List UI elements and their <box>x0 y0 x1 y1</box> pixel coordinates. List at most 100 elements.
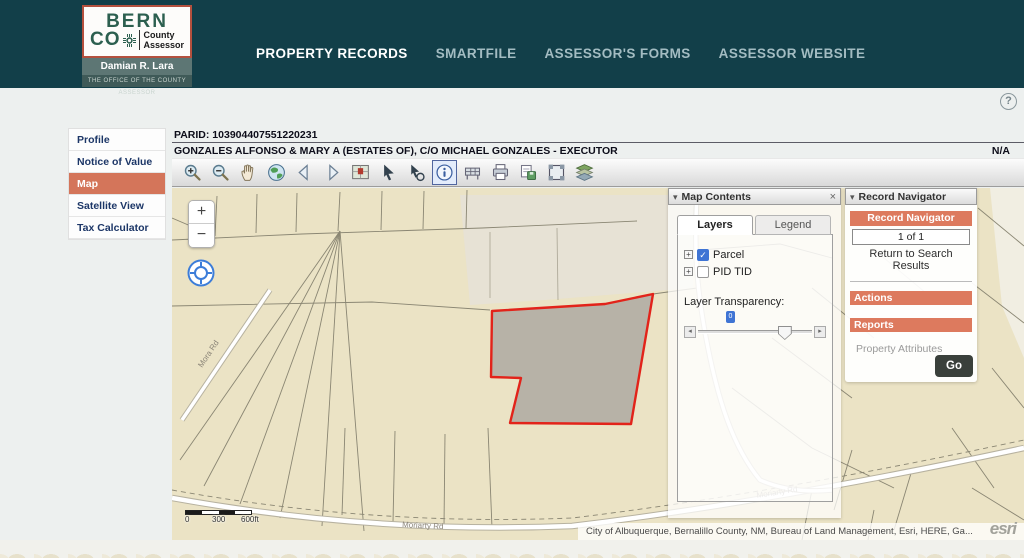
attribute-table-icon <box>462 162 483 183</box>
pid-tid-checkbox[interactable] <box>697 266 709 278</box>
nav-assessor-website[interactable]: ASSESSOR WEBSITE <box>719 46 866 61</box>
map-zoom-in-button[interactable]: + <box>189 201 214 224</box>
select-arrow-icon <box>378 162 399 183</box>
sidebar-item-profile[interactable]: Profile <box>69 129 165 151</box>
scale-bar: 0 300 600ft <box>185 510 295 525</box>
map-toolbar <box>172 158 1024 187</box>
zoom-out-icon <box>210 162 231 183</box>
logo-text-co: CO <box>90 31 121 49</box>
main-nav: PROPERTY RECORDS SMARTFILE ASSESSOR'S FO… <box>256 46 865 61</box>
nav-property-records[interactable]: PROPERTY RECORDS <box>256 46 408 61</box>
full-screen-button[interactable] <box>544 160 569 185</box>
layers-button[interactable] <box>572 160 597 185</box>
overview-map-icon <box>350 162 371 183</box>
previous-extent-button[interactable] <box>292 160 317 185</box>
reports-section-bar[interactable]: Reports <box>850 318 972 332</box>
transparency-value-badge: 0 <box>726 311 735 323</box>
site-header: BERN CO CountyAssessor Damian <box>0 0 1024 88</box>
sidebar-item-satellite-view[interactable]: Satellite View <box>69 195 165 217</box>
record-navigator-body: Record Navigator 1 of 1 Return to Search… <box>845 205 977 382</box>
clear-selection-button[interactable] <box>404 160 429 185</box>
divider <box>850 281 972 282</box>
record-header: PARID: 103904407551220231 GONZALES ALFON… <box>172 128 1024 160</box>
map-zoom-out-button[interactable]: − <box>189 224 214 247</box>
globe-icon <box>266 162 287 183</box>
slider-right-button[interactable]: ▸ <box>814 326 826 338</box>
bernco-logo[interactable]: BERN CO CountyAssessor Damian <box>82 5 192 87</box>
layers-tab-content: + ✓ Parcel + PID TID Layer Transparency:… <box>677 234 833 502</box>
actions-section-bar[interactable]: Actions <box>850 291 972 305</box>
record-navigator-panel-title: Record Navigator <box>859 191 972 203</box>
owner-right-value: N/A <box>992 145 1024 157</box>
light-land-polygon <box>460 195 700 305</box>
zoom-out-button[interactable] <box>208 160 233 185</box>
print-button[interactable] <box>488 160 513 185</box>
nav-assessors-forms[interactable]: ASSESSOR'S FORMS <box>545 46 691 61</box>
sidebar-item-tax-calculator[interactable]: Tax Calculator <box>69 217 165 239</box>
scale-tick-600: 600ft <box>241 515 259 524</box>
map-contents-header[interactable]: ▾ Map Contents × <box>668 188 841 205</box>
select-button[interactable] <box>376 160 401 185</box>
footer-decorative-pattern <box>0 540 1024 558</box>
locate-compass-button[interactable] <box>186 258 216 288</box>
layer-row-pid-tid: + PID TID <box>684 263 826 280</box>
property-attributes-link[interactable]: Property Attributes <box>856 343 972 355</box>
collapse-arrow-icon[interactable]: ▾ <box>673 192 678 202</box>
map-contents-tabs: Layers Legend <box>677 215 841 235</box>
attribute-table-button[interactable] <box>460 160 485 185</box>
tab-layers[interactable]: Layers <box>677 215 753 235</box>
layer-label-parcel: Parcel <box>713 249 744 261</box>
pan-hand-icon <box>238 162 259 183</box>
assessor-name: Damian R. Lara <box>82 58 192 75</box>
owner-name: GONZALES ALFONSO & MARY A (ESTATES OF), … <box>174 145 618 157</box>
full-extent-button[interactable] <box>264 160 289 185</box>
map-contents-title: Map Contents <box>682 191 826 203</box>
layer-label-pid-tid: PID TID <box>713 266 752 278</box>
map-attribution: City of Albuquerque, Bernalillo County, … <box>578 523 1024 540</box>
export-icon <box>518 162 539 183</box>
parid-line: PARID: 103904407551220231 <box>172 128 1024 143</box>
layer-row-parcel: + ✓ Parcel <box>684 246 826 263</box>
next-arrow-icon <box>322 162 343 183</box>
logo-box: BERN CO CountyAssessor <box>82 5 192 58</box>
next-extent-button[interactable] <box>320 160 345 185</box>
close-icon[interactable]: × <box>830 192 836 202</box>
selected-parcel[interactable] <box>491 294 653 424</box>
esri-logo: esri <box>990 519 1016 539</box>
help-icon[interactable]: ? <box>1000 93 1017 110</box>
return-to-search-link[interactable]: Return to Search Results <box>850 248 972 272</box>
sidebar: Profile Notice of Value Map Satellite Vi… <box>68 128 166 240</box>
go-button[interactable]: Go <box>935 355 973 377</box>
identify-button[interactable] <box>432 160 457 185</box>
record-count: 1 of 1 <box>852 229 970 245</box>
sidebar-item-notice-of-value[interactable]: Notice of Value <box>69 151 165 173</box>
previous-arrow-icon <box>294 162 315 183</box>
layer-transparency-label: Layer Transparency: <box>684 296 826 308</box>
slider-track[interactable] <box>698 330 812 334</box>
pan-button[interactable] <box>236 160 261 185</box>
tab-legend[interactable]: Legend <box>755 215 831 235</box>
assessor-office-tagline: THE OFFICE OF THE COUNTY ASSESSOR <box>82 75 192 87</box>
slider-left-button[interactable]: ◂ <box>684 326 696 338</box>
zoom-in-icon <box>182 162 203 183</box>
record-navigator-panel: ▾ Record Navigator Record Navigator 1 of… <box>845 188 977 382</box>
parcel-checkbox[interactable]: ✓ <box>697 249 709 261</box>
sidebar-item-map[interactable]: Map <box>69 173 165 195</box>
identify-info-icon <box>434 162 455 183</box>
export-button[interactable] <box>516 160 541 185</box>
slider-thumb[interactable] <box>778 326 792 340</box>
logo-divider <box>139 30 140 50</box>
layers-icon <box>574 162 595 183</box>
overview-map-button[interactable] <box>348 160 373 185</box>
collapse-arrow-icon[interactable]: ▾ <box>850 192 855 202</box>
printer-icon <box>490 162 511 183</box>
record-navigator-header[interactable]: ▾ Record Navigator <box>845 188 977 205</box>
logo-tagline: CountyAssessor <box>143 30 184 50</box>
scale-tick-300: 300 <box>212 515 225 524</box>
zia-symbol-icon <box>123 34 136 47</box>
nav-smartfile[interactable]: SMARTFILE <box>436 46 517 61</box>
scale-tick-0: 0 <box>185 515 189 524</box>
zoom-in-button[interactable] <box>180 160 205 185</box>
expand-icon[interactable]: + <box>684 250 693 259</box>
expand-icon[interactable]: + <box>684 267 693 276</box>
